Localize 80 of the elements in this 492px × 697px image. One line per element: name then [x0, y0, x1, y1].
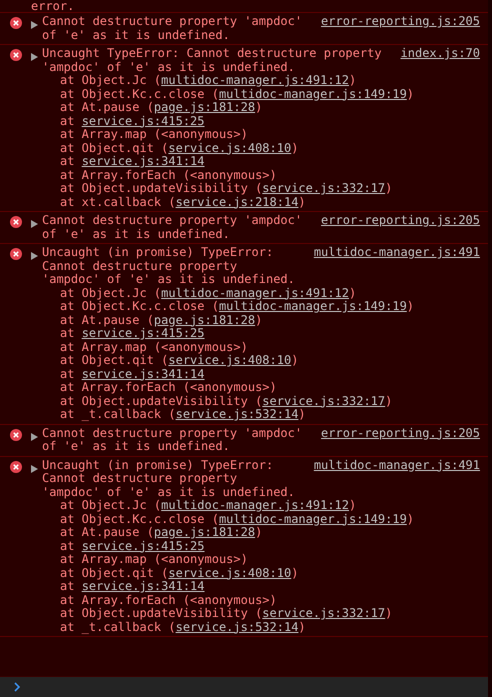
error-message: Uncaught (in promise) TypeError: Cannot destructure property 'ampdoc' of 'e' as it is undefined.: [42, 458, 296, 499]
error-icon: [10, 460, 22, 472]
stack-frame: at Array.map (<anonymous>): [42, 340, 480, 354]
stack-frame: at Object.Jc (multidoc-manager.js:491:12): [42, 499, 480, 512]
stack-frame: at service.js:415:25: [42, 114, 480, 128]
stack-link[interactable]: service.js:415:25: [82, 114, 205, 128]
stack-link[interactable]: service.js:408:10: [168, 566, 292, 580]
stack-frame: at Array.forEach (<anonymous>): [42, 168, 480, 182]
error-message: Cannot destructure property 'ampdoc' of 'e' as it is undefined.: [42, 426, 304, 454]
stack-link[interactable]: multidoc-manager.js:491:12: [161, 286, 349, 300]
stack-frame: at Object.updateVisibility (service.js:332:17): [42, 182, 480, 196]
error-icon: [10, 248, 22, 260]
error-icon: [10, 216, 22, 228]
expand-triangle-icon[interactable]: [31, 432, 38, 440]
stack-link[interactable]: service.js:218:14: [176, 194, 298, 208]
expand-triangle-icon[interactable]: [31, 21, 38, 29]
stack-frame: at At.pause (page.js:181:28): [42, 526, 480, 540]
expand-triangle-icon[interactable]: [31, 220, 38, 228]
stack-link[interactable]: service.js:332:17: [262, 606, 386, 620]
stack-frame: at service.js:341:14: [42, 368, 480, 381]
source-link[interactable]: error-reporting.js:205: [321, 15, 480, 28]
stack-frame: at service.js:415:25: [42, 327, 480, 340]
stack-frame: at Object.updateVisibility (service.js:332:17): [42, 394, 480, 408]
expand-triangle-icon[interactable]: [31, 252, 38, 260]
stack-frame: at Array.forEach (<anonymous>): [42, 381, 480, 394]
stack-link[interactable]: multidoc-manager.js:149:19: [218, 512, 407, 526]
stack-link[interactable]: service.js:408:10: [168, 353, 292, 367]
error-message: Uncaught TypeError: Cannot destructure property 'ampdoc' of 'e' as it is undefined.: [42, 47, 383, 74]
stack-frame: at Array.map (<anonymous>): [42, 553, 480, 566]
prompt-chevron-icon: [14, 682, 21, 692]
stack-link[interactable]: service.js:332:17: [262, 394, 386, 408]
source-link[interactable]: error-reporting.js:205: [321, 426, 480, 440]
stack-frame: at Object.Kc.c.close (multidoc-manager.js:149:19): [42, 512, 480, 526]
stack-link[interactable]: page.js:181:28: [154, 525, 256, 539]
stack-frame: at service.js:415:25: [42, 540, 480, 553]
stack-link[interactable]: service.js:408:10: [168, 140, 292, 154]
stack-link[interactable]: multidoc-manager.js:149:19: [218, 86, 407, 100]
stack-frame: at xt.callback (service.js:218:14): [42, 196, 480, 209]
stack-frame: at Array.forEach (<anonymous>): [42, 594, 480, 607]
stack-frame: at _t.callback (service.js:532:14): [42, 408, 480, 422]
stack-frame: at service.js:341:14: [42, 155, 480, 168]
error-icon: [10, 49, 22, 61]
stack-frame: at Object.Kc.c.close (multidoc-manager.js:149:19): [42, 300, 480, 314]
stack-link[interactable]: service.js:415:25: [82, 538, 205, 552]
error-icon: [10, 17, 22, 29]
error-message: error.: [0, 0, 488, 13]
stack-link[interactable]: service.js:341:14: [82, 579, 205, 593]
stack-link[interactable]: service.js:341:14: [82, 366, 205, 380]
expand-triangle-icon[interactable]: [31, 53, 38, 61]
source-link[interactable]: multidoc-manager.js:491: [314, 458, 480, 472]
stack-frame: at Object.qit (service.js:408:10): [42, 354, 480, 368]
stack-link[interactable]: multidoc-manager.js:149:19: [218, 299, 407, 313]
stack-frame: at Object.Jc (multidoc-manager.js:491:12): [42, 286, 480, 300]
stack-link[interactable]: service.js:332:17: [262, 181, 386, 195]
error-message: Cannot destructure property 'ampdoc' of 'e' as it is undefined.: [42, 15, 304, 42]
expand-triangle-icon[interactable]: [31, 464, 38, 472]
source-link[interactable]: multidoc-manager.js:491: [314, 246, 480, 260]
stack-frame: at At.pause (page.js:181:28): [42, 101, 480, 114]
stack-link[interactable]: service.js:415:25: [82, 326, 205, 340]
error-message: Cannot destructure property 'ampdoc' of 'e' as it is undefined.: [42, 214, 304, 241]
stack-frame: at _t.callback (service.js:532:14): [42, 620, 480, 634]
stack-frame: at At.pause (page.js:181:28): [42, 314, 480, 327]
stack-frame: at Object.qit (service.js:408:10): [42, 142, 480, 155]
source-link[interactable]: error-reporting.js:205: [321, 214, 480, 228]
stack-frame: at Array.map (<anonymous>): [42, 128, 480, 142]
stack-link[interactable]: page.js:181:28: [154, 100, 256, 114]
stack-link[interactable]: service.js:532:14: [176, 407, 298, 421]
stack-frame: at Object.qit (service.js:408:10): [42, 566, 480, 580]
source-link[interactable]: index.js:70: [400, 47, 480, 60]
stack-link[interactable]: page.js:181:28: [154, 312, 256, 326]
error-icon: [10, 428, 22, 440]
stack-link[interactable]: service.js:532:14: [176, 620, 298, 634]
stack-frame: at Object.updateVisibility (service.js:332:17): [42, 607, 480, 620]
stack-link[interactable]: multidoc-manager.js:491:12: [161, 73, 349, 87]
stack-frame: at Object.Kc.c.close (multidoc-manager.js:149:19): [42, 88, 480, 101]
stack-frame: at Object.Jc (multidoc-manager.js:491:12): [42, 74, 480, 88]
error-message: Uncaught (in promise) TypeError: Cannot destructure property 'ampdoc' of 'e' as it is undefined.: [42, 246, 296, 286]
stack-link[interactable]: service.js:341:14: [82, 154, 205, 168]
stack-frame: at service.js:341:14: [42, 580, 480, 594]
stack-link[interactable]: multidoc-manager.js:491:12: [161, 498, 349, 512]
